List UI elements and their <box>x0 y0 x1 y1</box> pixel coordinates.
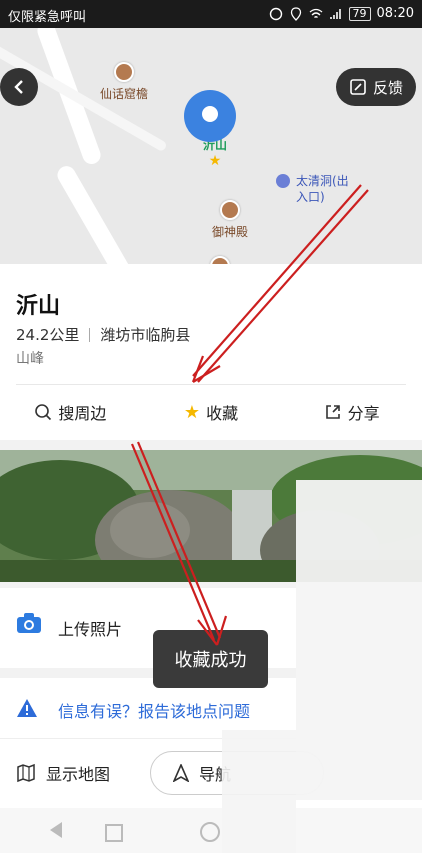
arrow-line <box>130 443 216 641</box>
arrow-line <box>136 441 222 639</box>
arrow-line <box>192 184 362 377</box>
annotation-arrows <box>130 184 369 646</box>
arrow-line <box>197 189 369 383</box>
